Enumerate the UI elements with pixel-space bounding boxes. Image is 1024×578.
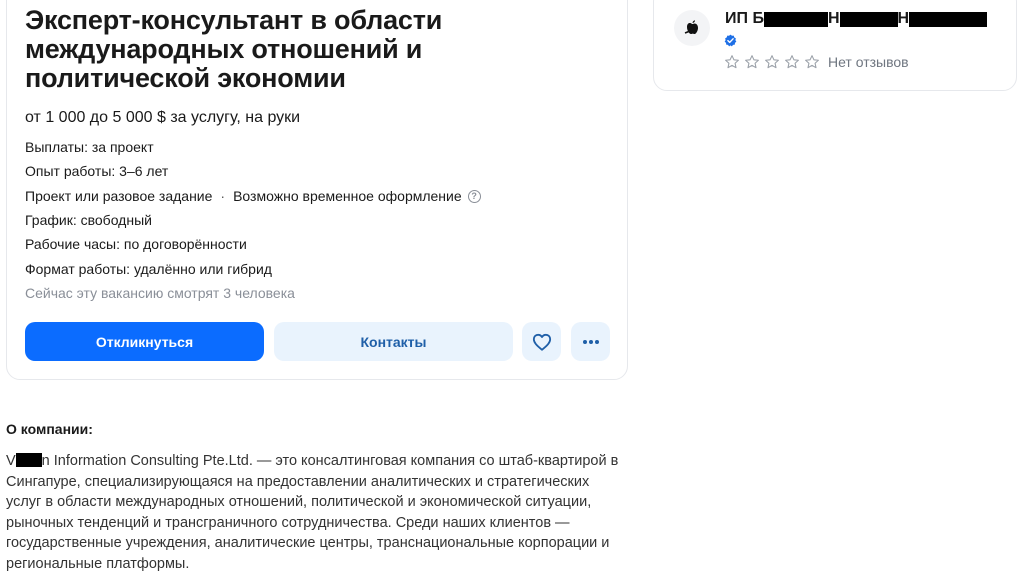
employment-type: Проект или разовое задание <box>25 188 213 204</box>
schedule-info: График: свободный <box>25 211 152 229</box>
star-icon <box>745 55 759 69</box>
working-hours-info: Рабочие часы: по договорённости <box>25 235 247 253</box>
salary: от 1 000 до 5 000 $ за услугу, на руки <box>25 109 301 126</box>
apple-logo-icon <box>684 20 698 34</box>
employment-info: Проект или разовое задание · Возможно вр… <box>25 187 481 205</box>
company-name-part1: ИП Б <box>725 10 764 27</box>
about-first-letter: V <box>6 453 16 469</box>
about-text: Vn Information Consulting Pte.Ltd. — это… <box>6 451 628 574</box>
star-icon <box>765 55 779 69</box>
work-format-text: Формат работы: удалённо или гибрид <box>25 261 272 277</box>
star-icon <box>785 55 799 69</box>
working-hours-text: Рабочие часы: по договорённости <box>25 236 247 252</box>
employment-extra: Возможно временное оформление <box>233 188 462 204</box>
heart-icon <box>532 333 551 351</box>
redacted-block <box>909 11 988 27</box>
help-icon[interactable]: ? <box>467 189 481 203</box>
more-button[interactable] <box>571 322 610 361</box>
payments-info: Выплаты: за проект <box>25 138 154 156</box>
schedule-text: График: свободный <box>25 212 152 228</box>
redacted-block <box>763 11 828 27</box>
contacts-button[interactable]: Контакты <box>274 322 513 361</box>
company-name-part2: Н <box>827 10 840 27</box>
experience-info: Опыт работы: 3–6 лет <box>25 162 168 180</box>
viewers-count: Сейчас эту вакансию смотрят 3 человека <box>25 285 295 301</box>
reviews-link[interactable]: Нет отзывов <box>828 54 909 70</box>
more-icon <box>582 339 599 344</box>
redacted-block <box>839 11 898 27</box>
respond-button[interactable]: Откликнуться <box>25 322 264 361</box>
favorite-button[interactable] <box>522 322 561 361</box>
experience-text: Опыт работы: 3–6 лет <box>25 163 169 179</box>
verified-icon <box>724 34 737 47</box>
company-name-part3: Н <box>897 10 910 27</box>
rating-stars <box>724 54 824 70</box>
work-format-info: Формат работы: удалённо или гибрид <box>25 260 272 278</box>
company-logo[interactable] <box>674 10 710 46</box>
page: Эксперт-консультант в области международ… <box>0 0 1024 578</box>
separator-dot: · <box>220 188 226 204</box>
about-body: n Information Consulting Pte.Ltd. — это … <box>6 453 619 572</box>
payments-text: Выплаты: за проект <box>25 139 154 155</box>
star-icon <box>725 55 739 69</box>
vacancy-title: Эксперт-консультант в области международ… <box>25 5 443 93</box>
about-heading: О компании: <box>6 421 93 437</box>
company-name[interactable]: ИП Б Н Н <box>725 10 988 28</box>
star-icon <box>805 55 819 69</box>
redacted-block <box>15 453 42 467</box>
